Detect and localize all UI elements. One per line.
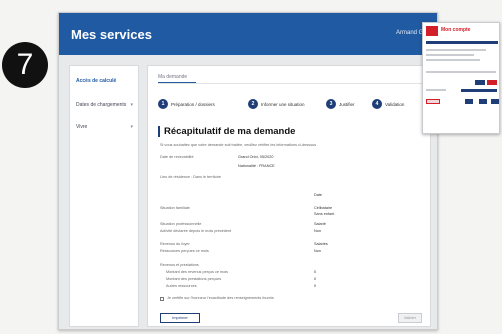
logo bbox=[426, 26, 438, 36]
sidebar-item-vivre[interactable]: Vivre ▾ bbox=[76, 124, 136, 131]
mini-button bbox=[487, 80, 497, 85]
step-number: 4 bbox=[372, 99, 382, 109]
summary-value: 0 bbox=[314, 270, 317, 274]
mini-button bbox=[491, 99, 499, 104]
step-4: 4 Validation bbox=[372, 97, 404, 111]
step-number: 1 bbox=[158, 99, 168, 109]
step-label: Préparation / dossiers bbox=[171, 101, 215, 107]
page-title: Récapitulatif de ma demande bbox=[158, 126, 295, 137]
summary-value: Célibataire bbox=[314, 206, 333, 210]
summary-label: Montant des prestations perçues bbox=[166, 277, 222, 281]
mini-text-line bbox=[426, 71, 496, 73]
summary-label: Date de recevabilité bbox=[160, 155, 194, 159]
print-button[interactable]: Imprimer bbox=[160, 313, 200, 323]
mini-button bbox=[426, 99, 440, 104]
summary-value: Salarié bbox=[314, 222, 326, 226]
summary-subtitle: Revenus et prestations bbox=[160, 263, 199, 267]
summary-label: Lieu de résidence : Dans le territoire bbox=[160, 175, 221, 179]
sidebar-item-label: Accès de calculé bbox=[76, 78, 117, 84]
step-number: 3 bbox=[326, 99, 336, 109]
tab-ma-demande[interactable]: Ma demande bbox=[158, 74, 196, 83]
step-label: Informer une situation bbox=[261, 101, 305, 107]
summary-label: Montant des revenus perçus ce mois bbox=[166, 270, 229, 274]
sidebar-item-acces[interactable]: Accès de calculé bbox=[76, 78, 136, 85]
summary-label: Autres ressources bbox=[166, 284, 197, 288]
mini-text-line bbox=[426, 49, 486, 51]
step-1: 1 Préparation / dossiers bbox=[158, 97, 215, 111]
app-window: Mes services Armand G. Accès de calculé … bbox=[58, 12, 438, 330]
user-menu[interactable]: Armand G. bbox=[396, 30, 425, 36]
sidebar-item-label: Vivre bbox=[76, 124, 88, 130]
top-bar: Mes services Armand G. bbox=[59, 13, 437, 55]
step-label: Justifier bbox=[339, 101, 355, 107]
summary-label: Situation familiale bbox=[160, 206, 190, 210]
step-label: Validation bbox=[385, 101, 405, 107]
step-3: 3 Justifier bbox=[326, 97, 355, 111]
mini-button bbox=[475, 80, 485, 85]
mini-text-line bbox=[426, 54, 474, 56]
summary-value: 0 bbox=[314, 284, 317, 288]
mini-button bbox=[479, 99, 487, 104]
chevron-down-icon: ▾ bbox=[130, 102, 133, 108]
summary-intro: Si vous souhaitez que votre demande soit… bbox=[160, 143, 317, 147]
mini-text-line bbox=[426, 59, 480, 61]
mini-button bbox=[465, 99, 473, 104]
step-number-badge: 7 bbox=[2, 42, 48, 88]
summary-label: Ressources perçues ce mois bbox=[160, 249, 209, 253]
app-title: Mes services bbox=[71, 27, 152, 42]
summary-label: Situation professionnelle bbox=[160, 222, 202, 226]
summary-value: Grand Oriol, 05/2020 bbox=[238, 155, 274, 159]
tab-divider bbox=[158, 83, 422, 84]
attestation-checkbox[interactable] bbox=[160, 297, 164, 301]
mini-divider bbox=[461, 89, 497, 92]
send-button[interactable]: Valider bbox=[398, 313, 422, 323]
summary-value: Sans enfant bbox=[314, 212, 335, 216]
stepper: 1 Préparation / dossiers 2 Informer une … bbox=[158, 97, 422, 111]
mini-brand: Mon compte bbox=[441, 27, 471, 33]
step-number: 2 bbox=[248, 99, 258, 109]
sidebar-item-label: Dates de chargements bbox=[76, 102, 127, 108]
step-2: 2 Informer une situation bbox=[248, 97, 305, 111]
attestation-label: Je certifie sur l'honneur l'exactitude d… bbox=[167, 296, 274, 300]
mini-text-line bbox=[426, 89, 446, 91]
summary-value: Non bbox=[314, 229, 321, 233]
summary-value: Non bbox=[314, 249, 321, 253]
column-header: Date bbox=[314, 193, 323, 197]
sidebar: Accès de calculé Dates de chargements ▾ … bbox=[69, 65, 139, 327]
main-panel: Ma demande 1 Préparation / dossiers 2 In… bbox=[147, 65, 431, 327]
sidebar-item-dates[interactable]: Dates de chargements ▾ bbox=[76, 102, 136, 109]
chevron-down-icon: ▾ bbox=[130, 124, 133, 130]
mini-screenshot: Mon compte bbox=[422, 22, 500, 134]
summary-value: Salariés bbox=[314, 242, 328, 246]
mini-divider bbox=[426, 41, 498, 44]
summary-value: Nationalité : FRANCE bbox=[238, 164, 275, 168]
summary-label: Revenus du foyer bbox=[160, 242, 190, 246]
summary-value: 0 bbox=[314, 277, 317, 281]
summary-label: Activité déclarée depuis le mois précéde… bbox=[160, 229, 232, 233]
